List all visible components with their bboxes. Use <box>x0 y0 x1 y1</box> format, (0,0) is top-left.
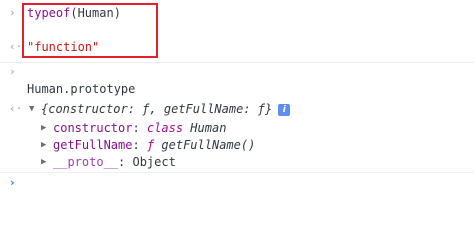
result-arrow-icon: ‹· <box>9 40 23 53</box>
result-arrow-icon: ‹· <box>9 102 23 115</box>
divider <box>0 172 474 173</box>
expand-right-icon[interactable]: ▶ <box>41 140 46 150</box>
property-row[interactable]: ▶ getFullName: ƒ getFullName() <box>0 137 474 153</box>
object-summary-row[interactable]: ‹· ▼ {constructor: ƒ, getFullName: ƒ} i <box>0 101 474 117</box>
info-icon[interactable]: i <box>278 103 291 116</box>
property-row[interactable]: ▶ __proto__: Object <box>0 154 474 170</box>
property-entry[interactable]: constructor: class Human <box>53 121 226 135</box>
console-prompt[interactable]: › <box>0 174 474 192</box>
chevron-right-icon: › <box>9 6 16 19</box>
object-summary[interactable]: {constructor: ƒ, getFullName: ƒ} i <box>41 102 291 116</box>
chevron-right-icon: › <box>9 65 16 78</box>
console-input-text[interactable]: Human.prototype <box>27 82 135 96</box>
expand-right-icon[interactable]: ▶ <box>41 123 46 133</box>
property-row[interactable]: ▶ constructor: class Human <box>0 120 474 136</box>
divider <box>0 62 474 63</box>
expand-right-icon[interactable]: ▶ <box>41 157 46 167</box>
console-input-row[interactable]: › <box>0 64 474 80</box>
expand-down-icon[interactable]: ▼ <box>29 104 34 114</box>
console-input-row[interactable]: Human.prototype <box>0 81 474 97</box>
chevron-right-icon: › <box>9 176 16 189</box>
property-entry[interactable]: getFullName: ƒ getFullName() <box>53 138 255 152</box>
highlight-box <box>22 3 158 58</box>
property-entry[interactable]: __proto__: Object <box>53 155 176 169</box>
